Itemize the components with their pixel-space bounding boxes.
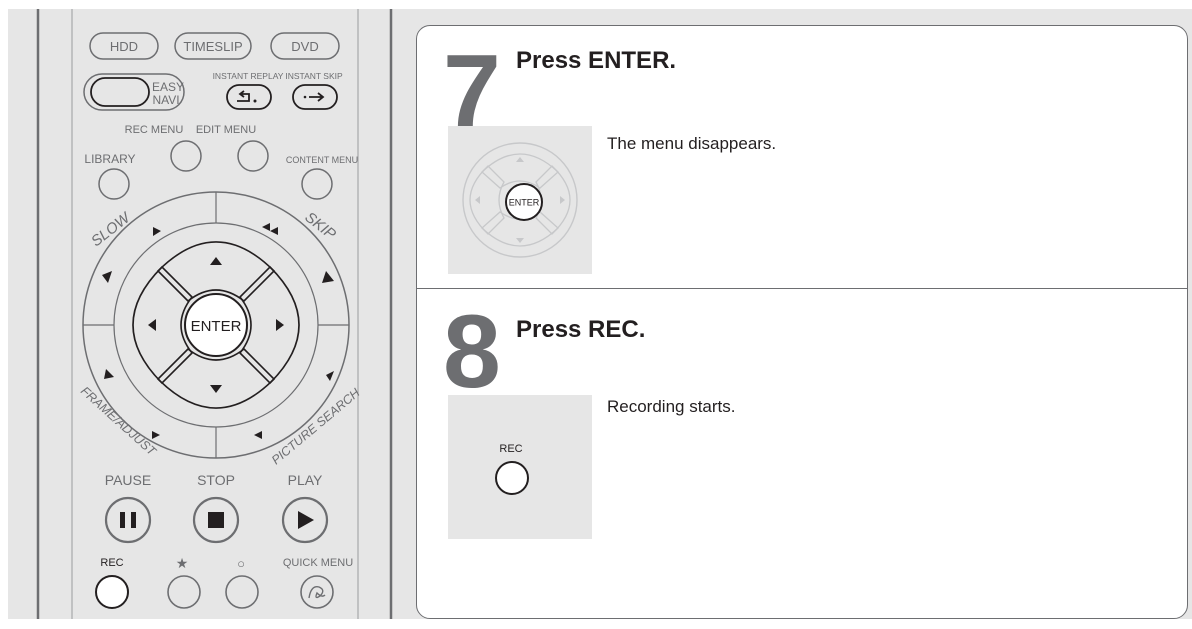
content-menu-label: CONTENT MENU: [286, 155, 358, 165]
rec-button-label-illustration: REC: [499, 443, 522, 455]
svg-text:NAVI: NAVI: [152, 93, 179, 107]
step-divider: [417, 288, 1187, 289]
enter-button[interactable]: ENTER: [184, 293, 248, 357]
stop-label: STOP: [197, 472, 235, 488]
rec-menu-label: REC MENU: [125, 124, 184, 136]
svg-text:EASY: EASY: [152, 80, 184, 94]
rec-label: REC: [100, 557, 123, 569]
instant-replay-label: INSTANT REPLAY: [213, 71, 284, 81]
library-label: LIBRARY: [84, 152, 135, 166]
svg-text:ENTER: ENTER: [191, 318, 242, 335]
svg-text:DVD: DVD: [291, 39, 318, 54]
circle-icon: ○: [237, 556, 245, 571]
pause-label: PAUSE: [105, 472, 151, 488]
remote-control-illustration: HDD TIMESLIP DVD EASY NAVI INSTANT REPLA…: [8, 9, 408, 619]
svg-text:HDD: HDD: [110, 39, 138, 54]
star-icon: ★: [176, 555, 189, 571]
step-7-description: The menu disappears.: [607, 134, 777, 153]
svg-text:TIMESLIP: TIMESLIP: [183, 39, 242, 54]
step-7-enter-illustration: ENTER: [448, 126, 592, 274]
edit-menu-label: EDIT MENU: [196, 124, 256, 136]
step-7-title: Press ENTER.: [516, 47, 677, 74]
step-8-title: Press REC.: [516, 316, 646, 343]
step-8-number: 8: [443, 294, 501, 410]
instruction-panel: 7 Press ENTER. ENTER The menu disappears…: [416, 25, 1188, 619]
step-8-description: Recording starts.: [607, 397, 736, 416]
play-label: PLAY: [288, 472, 323, 488]
quick-menu-label: QUICK MENU: [283, 557, 353, 569]
step-8-rec-illustration: REC: [448, 395, 592, 539]
instant-skip-label: INSTANT SKIP: [285, 71, 343, 81]
rec-button[interactable]: [95, 575, 129, 609]
rec-button-illustration: [495, 461, 529, 495]
svg-text:ENTER: ENTER: [509, 198, 540, 208]
